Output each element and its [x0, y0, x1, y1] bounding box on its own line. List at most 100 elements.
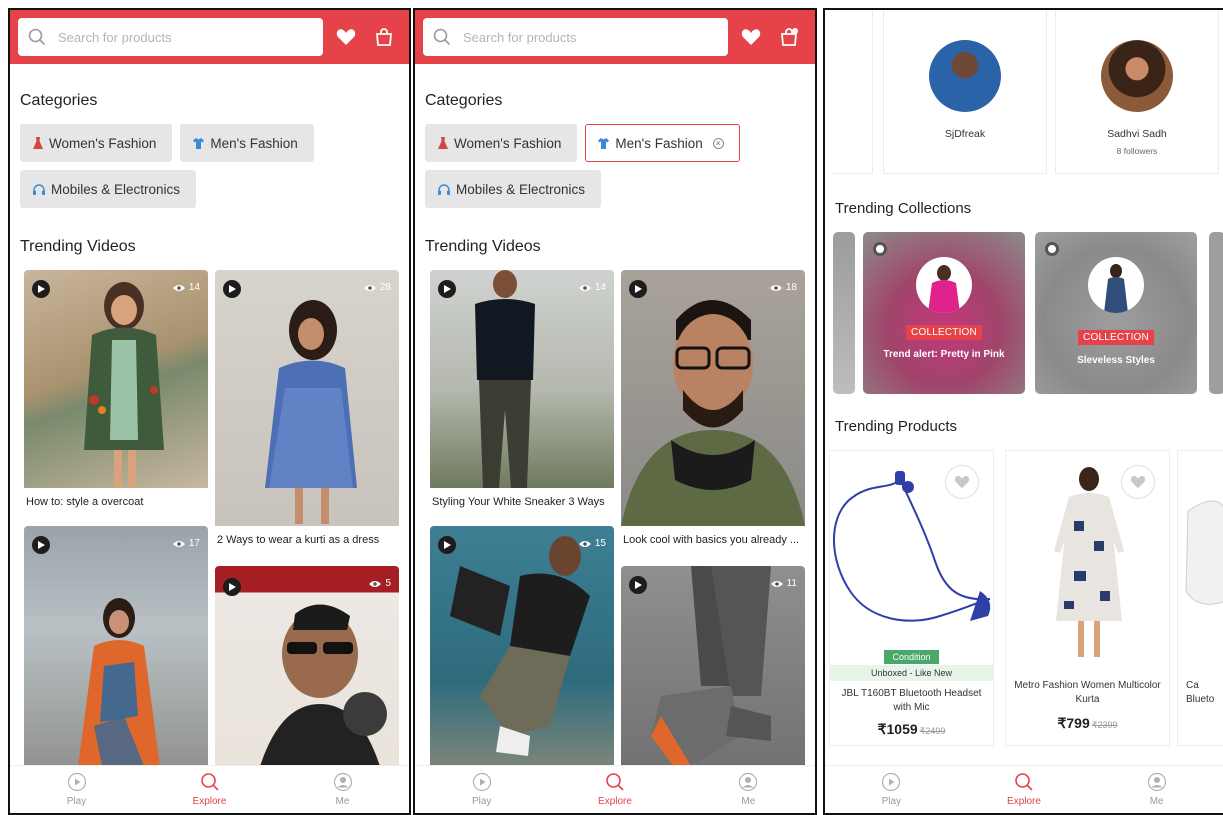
trending-products-row: Condition Unboxed - Like New JBL T160BT … — [825, 450, 1223, 750]
person-figure — [76, 598, 162, 782]
influencer-card[interactable]: Sadhvi Sadh 8 followers — [1055, 10, 1219, 174]
collection-title: Sleveless Styles — [1077, 355, 1155, 366]
trending-products-title: Trending Products — [835, 418, 958, 435]
collection-tag: COLLECTION — [1078, 330, 1154, 345]
video-card[interactable]: 15 — [430, 526, 614, 782]
clear-selection-icon[interactable]: × — [712, 137, 724, 149]
shirt-icon — [598, 137, 610, 149]
category-chips: Women's Fashion Men's Fashion Mobiles & … — [10, 124, 350, 208]
search-input[interactable]: Search for products — [18, 18, 323, 56]
influencer-card-partial[interactable] — [833, 10, 873, 174]
video-thumbnail: 17 — [24, 526, 208, 782]
user-icon — [739, 772, 758, 792]
wishlist-button[interactable] — [736, 22, 766, 52]
category-chip-mens-fashion-selected[interactable]: Men's Fashion × — [585, 124, 740, 162]
play-badge — [32, 536, 50, 554]
view-count: 15 — [578, 538, 606, 549]
tab-play[interactable]: Play — [10, 766, 143, 813]
product-name: Metro Fashion Women Multicolor Kurta — [1014, 680, 1161, 705]
play-circle-icon — [472, 772, 491, 792]
video-thumbnail: 11 — [621, 566, 805, 786]
influencer-name: SjDfreak — [944, 128, 986, 140]
category-chip-mobiles-electronics[interactable]: Mobiles & Electronics — [425, 170, 602, 208]
bottom-tab-bar: Play Explore Me — [10, 765, 409, 813]
play-badge — [438, 280, 456, 298]
collection-card[interactable]: COLLECTION Sleveless Styles — [1035, 232, 1197, 394]
person-figure — [621, 300, 805, 526]
tab-me[interactable]: Me — [276, 766, 409, 813]
search-input[interactable]: Search for products — [423, 18, 728, 56]
bottom-tab-bar: Play Explore Me — [415, 765, 815, 813]
view-count: 14 — [172, 282, 200, 293]
category-chips: Women's Fashion Men's Fashion × Mobiles … — [415, 124, 755, 208]
avatar — [1101, 40, 1173, 112]
trending-collections-title: Trending Collections — [835, 200, 972, 217]
category-chip-womens-fashion[interactable]: Women's Fashion — [425, 124, 578, 162]
avatar — [929, 40, 1001, 112]
view-count: 18 — [769, 282, 797, 293]
tab-me[interactable]: Me — [682, 766, 815, 813]
tab-play[interactable]: Play — [415, 766, 548, 813]
shopping-bag-icon — [781, 28, 798, 46]
user-icon — [1147, 772, 1166, 792]
product-card[interactable]: Metro Fashion Women Multicolor Kurta ₹79… — [1005, 450, 1170, 746]
eye-icon — [172, 540, 185, 547]
video-card[interactable]: 17 — [24, 526, 208, 782]
category-chip-mobiles-electronics[interactable]: Mobiles & Electronics — [20, 170, 197, 208]
eye-icon — [578, 540, 591, 547]
eye-icon — [578, 284, 591, 291]
cart-button[interactable] — [369, 22, 399, 52]
collection-card-partial[interactable] — [833, 232, 855, 394]
play-icon — [229, 285, 236, 293]
tab-explore[interactable]: Explore — [958, 766, 1091, 813]
eye-icon — [769, 284, 782, 291]
wishlist-button[interactable] — [331, 22, 361, 52]
earbuds-product-image — [1185, 500, 1223, 605]
headphones-icon — [438, 183, 450, 195]
tab-play[interactable]: Play — [825, 766, 958, 813]
video-card[interactable]: 5 — [215, 566, 399, 786]
trending-videos-title: Trending Videos — [425, 238, 541, 255]
user-icon — [333, 772, 352, 792]
collection-card[interactable]: COLLECTION Trend alert: Pretty in Pink — [863, 232, 1025, 394]
eye-icon — [363, 284, 376, 291]
person-figure — [651, 566, 771, 776]
video-card[interactable]: 14 Styling Your White Sneaker 3 Ways — [430, 270, 614, 512]
collection-card-partial[interactable] — [1209, 232, 1223, 394]
tab-explore[interactable]: Explore — [143, 766, 276, 813]
tab-explore[interactable]: Explore — [548, 766, 681, 813]
product-price: ₹799 ₹2399 — [1057, 715, 1118, 731]
video-card[interactable]: 28 2 Ways to wear a kurti as a dress — [215, 270, 399, 550]
view-count: 11 — [770, 578, 797, 589]
search-icon — [1015, 773, 1033, 791]
category-chip-label: Men's Fashion — [210, 135, 298, 151]
product-name: JBL T160BT Bluetooth Headset with Mic — [841, 688, 982, 713]
product-card[interactable]: Condition Unboxed - Like New JBL T160BT … — [829, 450, 994, 746]
category-chip-label: Women's Fashion — [454, 135, 562, 151]
condition-value: Unboxed - Like New — [830, 665, 993, 681]
view-count: 17 — [172, 538, 200, 549]
category-chip-mens-fashion[interactable]: Men's Fashion — [180, 124, 314, 162]
shirt-icon — [193, 137, 205, 149]
favorite-button[interactable] — [945, 465, 979, 499]
eye-icon — [172, 284, 185, 291]
favorite-button[interactable] — [1121, 465, 1155, 499]
play-badge — [223, 280, 241, 298]
video-card[interactable]: 14 How to: style a overcoat — [24, 270, 208, 512]
product-card-partial[interactable]: Ca Blueto — [1177, 450, 1223, 746]
search-icon — [28, 28, 46, 46]
category-chip-label: Mobiles & Electronics — [51, 181, 181, 197]
influencer-card[interactable]: SjDfreak — [883, 10, 1047, 174]
video-card[interactable]: 18 Look cool with basics you already ... — [621, 270, 805, 550]
person-figure — [255, 604, 387, 784]
tab-me[interactable]: Me — [1090, 766, 1223, 813]
video-card[interactable]: 11 — [621, 566, 805, 786]
screen-explore-mens-selected: Search for products Categories Women's F… — [413, 8, 817, 815]
play-icon — [38, 541, 45, 549]
cart-button[interactable] — [774, 22, 804, 52]
screen-explore-scrolled: SjDfreak Sadhvi Sadh 8 followers Trendin… — [823, 8, 1223, 815]
category-chip-womens-fashion[interactable]: Women's Fashion — [20, 124, 173, 162]
collection-thumbnail — [1088, 257, 1144, 313]
trending-videos-grid: 14 Styling Your White Sneaker 3 Ways 18 … — [415, 270, 815, 790]
person-figure — [265, 300, 357, 524]
